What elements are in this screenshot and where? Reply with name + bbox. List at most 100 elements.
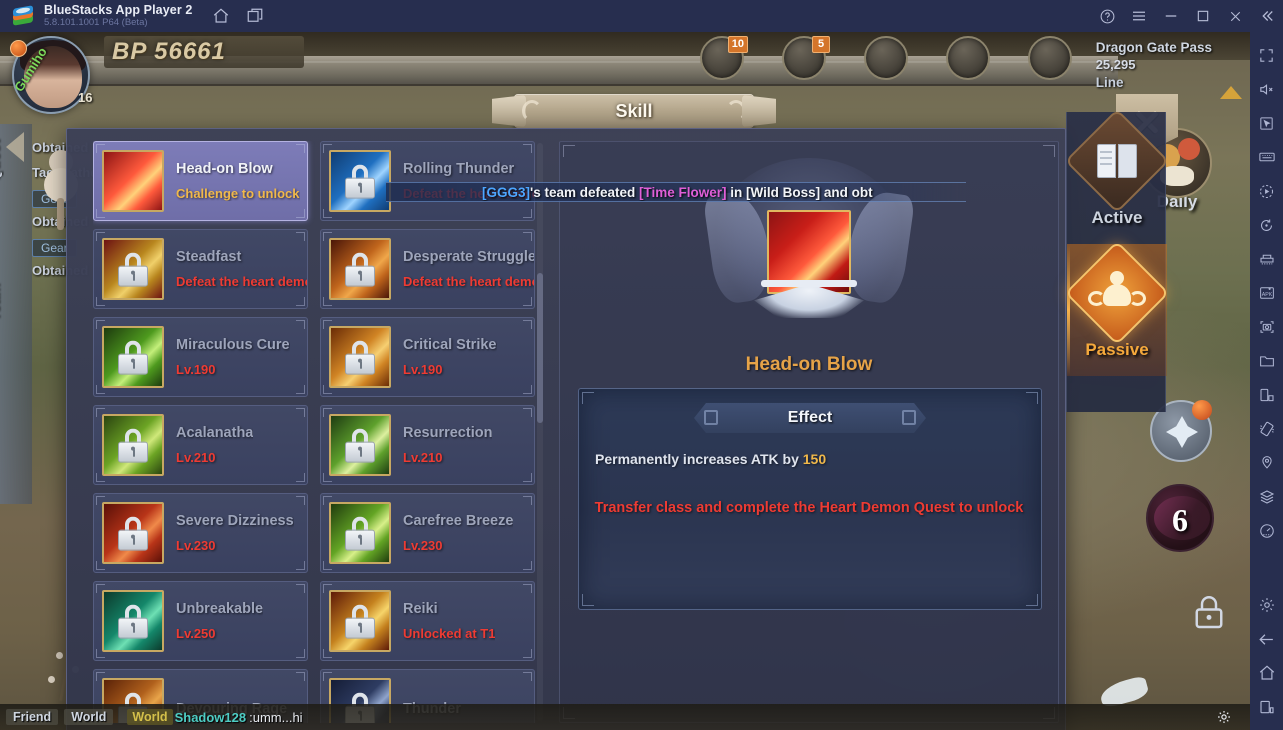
back-arrow-icon[interactable] bbox=[1250, 622, 1283, 656]
skill-card[interactable]: Unbreakable Lv.250 bbox=[93, 581, 308, 661]
effect-header-label: Effect bbox=[787, 409, 833, 426]
help-icon[interactable] bbox=[1091, 1, 1123, 31]
performance-icon[interactable] bbox=[1250, 514, 1283, 548]
lock-icon bbox=[345, 252, 375, 287]
hamburger-menu-icon[interactable] bbox=[1123, 1, 1155, 31]
hud-button-2[interactable]: 5 bbox=[782, 36, 830, 80]
screen: BlueStacks App Player 2 5.8.101.1001 P64… bbox=[0, 0, 1283, 730]
minimize-icon[interactable] bbox=[1155, 1, 1187, 31]
skill-card[interactable]: Rolling ThunderDefeat the heart demon bbox=[320, 141, 535, 221]
notif-player: [GGG3] bbox=[482, 185, 531, 200]
detail-skill-name: Head-on Blow bbox=[745, 354, 873, 375]
lock-icon[interactable] bbox=[1188, 592, 1234, 638]
skill-requirement: Unlocked at T1 bbox=[403, 626, 496, 641]
skill-card[interactable]: Head-on Blow Challenge to unlock bbox=[93, 141, 308, 221]
portal-button[interactable]: 6 bbox=[1146, 484, 1214, 552]
window-icon[interactable] bbox=[1250, 378, 1283, 412]
skill-card[interactable]: Critical Strike Lv.190 bbox=[320, 317, 535, 397]
tab-active[interactable]: Active bbox=[1064, 108, 1170, 244]
app-title: BlueStacks App Player 2 bbox=[44, 3, 193, 17]
close-icon[interactable] bbox=[1219, 1, 1251, 31]
hud-badge-2: 5 bbox=[812, 36, 830, 53]
hud-button-5[interactable] bbox=[1028, 36, 1072, 80]
layers-icon[interactable] bbox=[1250, 480, 1283, 514]
chat-notification-ticker: [GGG3]'s team defeated [Time Flower] in … bbox=[386, 182, 966, 202]
skill-card[interactable]: Severe Dizziness Lv.230 bbox=[93, 493, 308, 573]
hud-button-1[interactable]: 10 bbox=[700, 36, 748, 80]
skill-name: Steadfast bbox=[176, 249, 242, 265]
double-chevron-left-icon[interactable] bbox=[1251, 1, 1283, 31]
skill-card[interactable]: Steadfast Defeat the heart demon bbox=[93, 229, 308, 309]
multi-instance-sync-icon[interactable] bbox=[1250, 242, 1283, 276]
chat-tab-world[interactable]: World bbox=[64, 709, 114, 725]
skill-detail-panel: Head-on Blow Effect Permanently increase… bbox=[559, 141, 1059, 723]
skill-category-rail: Active Passive bbox=[1064, 108, 1170, 412]
effect-description: Permanently increases ATK by 150 bbox=[595, 451, 826, 467]
compass-icon bbox=[1166, 416, 1198, 448]
shake-icon[interactable] bbox=[1250, 412, 1283, 446]
skill-name: Miraculous Cure bbox=[176, 337, 290, 353]
settings-gear-icon[interactable] bbox=[1250, 588, 1283, 622]
recents-icon[interactable] bbox=[1250, 690, 1283, 724]
hud-button-4[interactable] bbox=[946, 36, 990, 80]
home-icon[interactable] bbox=[1250, 656, 1283, 690]
effect-header: Effect bbox=[694, 403, 926, 433]
skill-requirement: Challenge to unlock bbox=[176, 186, 300, 201]
dialog-title-banner: Skill bbox=[514, 94, 754, 128]
tab-passive[interactable]: Passive bbox=[1064, 240, 1170, 376]
tab-active-label: Active bbox=[1091, 208, 1143, 227]
multi-instance-icon[interactable] bbox=[240, 1, 270, 31]
skill-name: Acalanatha bbox=[176, 425, 254, 441]
skill-list-scrollbar[interactable] bbox=[537, 143, 543, 721]
game-viewport[interactable]: BP 56661 Gumiho 16 10 5 Dragon Gate Pass… bbox=[0, 32, 1250, 730]
battle-power-value: BP 56661 bbox=[112, 38, 226, 65]
titlebar-left-icons bbox=[206, 1, 270, 31]
skill-icon bbox=[102, 326, 164, 388]
skill-requirement: Lv.230 bbox=[176, 538, 216, 553]
lock-icon bbox=[118, 604, 148, 639]
collapse-arrow-icon[interactable] bbox=[6, 132, 24, 162]
chat-bar[interactable]: Friend World World Shadow128 :umm...hi bbox=[0, 704, 1250, 730]
skill-card[interactable]: Acalanatha Lv.210 bbox=[93, 405, 308, 485]
folder-icon[interactable] bbox=[1250, 344, 1283, 378]
rotate-icon[interactable] bbox=[1250, 208, 1283, 242]
dialog-title: Skill bbox=[615, 100, 653, 121]
gear-icon[interactable] bbox=[1216, 709, 1232, 725]
notif-target: [Time Flower] bbox=[639, 185, 727, 200]
skill-card[interactable]: Resurrection Lv.210 bbox=[320, 405, 535, 485]
skill-requirement: Lv.230 bbox=[403, 538, 443, 553]
skill-card[interactable]: Carefree Breeze Lv.230 bbox=[320, 493, 535, 573]
cursor-icon[interactable] bbox=[1250, 106, 1283, 140]
ornament-icon bbox=[704, 410, 718, 425]
chat-message: :umm...hi bbox=[249, 709, 303, 725]
chat-tab-friend[interactable]: Friend bbox=[6, 709, 59, 725]
hud-badge-1: 10 bbox=[727, 36, 748, 53]
mute-icon[interactable] bbox=[1250, 72, 1283, 106]
lock-icon bbox=[345, 340, 375, 375]
titlebar-right-icons bbox=[1091, 0, 1283, 32]
hud-button-3[interactable] bbox=[864, 36, 908, 80]
skill-requirement: Lv.250 bbox=[176, 626, 216, 641]
skill-name: Head-on Blow bbox=[176, 161, 273, 177]
screenshot-icon[interactable] bbox=[1250, 310, 1283, 344]
install-apk-icon[interactable]: APK bbox=[1250, 276, 1283, 310]
skill-icon bbox=[102, 238, 164, 300]
keyboard-icon[interactable] bbox=[1250, 140, 1283, 174]
ornament-icon bbox=[902, 410, 916, 425]
meditation-icon bbox=[1064, 240, 1170, 346]
macro-record-icon[interactable] bbox=[1250, 174, 1283, 208]
skill-card[interactable]: Desperate Struggle Defeat the heart demon bbox=[320, 229, 535, 309]
fullscreen-icon[interactable] bbox=[1250, 38, 1283, 72]
skill-card[interactable]: Miraculous Cure Lv.190 bbox=[93, 317, 308, 397]
chat-username[interactable]: Shadow128 bbox=[175, 710, 247, 725]
skill-card[interactable]: Reiki Unlocked at T1 bbox=[320, 581, 535, 661]
lock-icon bbox=[345, 164, 375, 199]
skill-list[interactable]: Head-on Blow Challenge to unlock Rolling T… bbox=[93, 141, 535, 723]
home-icon[interactable] bbox=[206, 1, 236, 31]
resource-name: Dragon Gate Pass bbox=[1095, 40, 1212, 55]
maximize-icon[interactable] bbox=[1187, 1, 1219, 31]
location-icon[interactable] bbox=[1250, 446, 1283, 480]
sidebar-item-team[interactable]: Team bbox=[0, 284, 46, 322]
skill-requirement: Defeat the heart demon bbox=[403, 274, 534, 289]
side-tab-rail: Quest Team bbox=[0, 124, 32, 504]
